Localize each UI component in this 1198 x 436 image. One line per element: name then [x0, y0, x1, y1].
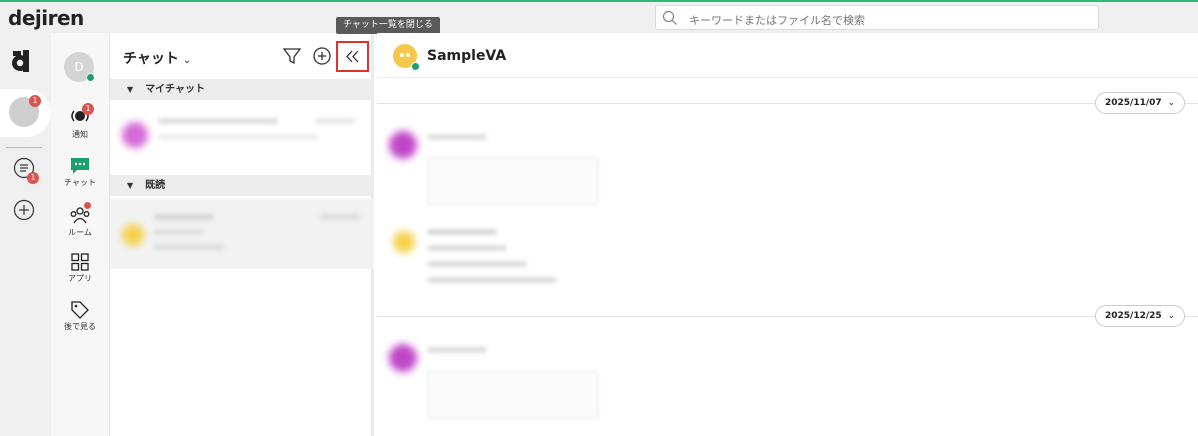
- blurred-avatar: [389, 344, 417, 372]
- blurred-line: [158, 134, 318, 140]
- nav-rail: D 通知 1 チャット ルーム アプリ 後で見る: [51, 33, 110, 436]
- online-status-dot: [86, 73, 95, 82]
- date-label: 2025/12/25: [1105, 311, 1162, 321]
- section-my-chat[interactable]: ▼ マイチャット: [110, 79, 374, 100]
- blurred-line: [427, 261, 527, 267]
- section-label: マイチャット: [145, 84, 206, 95]
- search-icon: [662, 10, 677, 25]
- chat-header: SampleVA: [377, 33, 1198, 78]
- blurred-line: [315, 118, 355, 124]
- chat-icon: [71, 158, 89, 174]
- nav-notifications[interactable]: 通知: [51, 105, 109, 140]
- blurred-line: [154, 229, 204, 235]
- tooltip: チャット一覧を閉じる: [336, 17, 440, 38]
- add-chat-icon[interactable]: [312, 46, 332, 66]
- add-workspace-icon[interactable]: [13, 199, 35, 221]
- rail-divider: [6, 147, 42, 148]
- nav-label-notifications: 通知: [72, 130, 88, 139]
- channel-list-badge: 1: [27, 172, 39, 184]
- chevron-down-icon: ⌄: [1167, 311, 1176, 321]
- nav-chat[interactable]: チャット: [51, 157, 109, 188]
- blurred-avatar: [122, 224, 144, 246]
- collapse-triangle-icon: ▼: [127, 181, 134, 190]
- double-chevron-left-icon: [346, 50, 359, 63]
- nav-watch-later[interactable]: 後で見る: [51, 301, 109, 332]
- workspace-badge: 1: [29, 95, 41, 107]
- blurred-avatar: [389, 131, 417, 159]
- nav-label-watch-later: 後で見る: [64, 322, 96, 331]
- blurred-avatar: [393, 231, 415, 253]
- section-label: 既読: [145, 180, 166, 191]
- panel-title-text: チャット: [123, 51, 179, 67]
- nav-label-apps: アプリ: [68, 274, 92, 283]
- app-header: dejiren キーワードまたはファイル名で検索: [0, 2, 1198, 33]
- apps-grid-icon: [71, 253, 89, 271]
- chat-area: SampleVA 2025/11/07 ⌄ 2025/12/25 ⌄: [377, 33, 1198, 436]
- tag-icon: [71, 301, 89, 319]
- chevron-down-icon: ⌄: [182, 55, 192, 66]
- blurred-attachment-card: [427, 371, 599, 419]
- chat-title: SampleVA: [427, 48, 507, 64]
- section-read[interactable]: ▼ 既読: [110, 175, 374, 196]
- blurred-line: [154, 244, 224, 250]
- collapse-triangle-icon: ▼: [127, 85, 134, 94]
- chevron-down-icon: ⌄: [1167, 98, 1176, 108]
- blurred-line: [427, 277, 557, 283]
- blurred-line: [427, 229, 497, 235]
- nav-label-rooms: ルーム: [68, 228, 92, 237]
- blurred-avatar: [122, 122, 148, 148]
- filter-icon[interactable]: [282, 46, 302, 66]
- date-divider: [377, 316, 1198, 317]
- search-input[interactable]: キーワードまたはファイル名で検索: [655, 5, 1099, 30]
- blurred-line: [427, 134, 487, 140]
- notification-badge: 1: [82, 103, 94, 115]
- room-unread-dot: [84, 202, 91, 209]
- blurred-line: [427, 245, 507, 251]
- nav-apps[interactable]: アプリ: [51, 253, 109, 284]
- search-placeholder: キーワードまたはファイル名で検索: [689, 14, 865, 27]
- blurred-line: [154, 214, 214, 220]
- blurred-line: [320, 214, 360, 220]
- workspace-rail: 1 1: [0, 33, 51, 436]
- app-logo: dejiren: [8, 6, 84, 30]
- blurred-attachment-card: [427, 157, 599, 205]
- date-pill[interactable]: 2025/11/07 ⌄: [1095, 92, 1186, 114]
- nav-label-chat: チャット: [64, 178, 96, 187]
- blurred-line: [427, 347, 487, 353]
- online-status-dot: [411, 62, 420, 71]
- nav-rooms[interactable]: ルーム: [51, 205, 109, 238]
- chat-list-panel: チャット ⌄ ▼ マイチャット ▼ 既読: [110, 33, 374, 436]
- list-item[interactable]: [110, 104, 374, 164]
- collapse-chat-list-button[interactable]: [336, 41, 369, 72]
- date-label: 2025/11/07: [1105, 98, 1162, 108]
- list-item[interactable]: [110, 199, 374, 269]
- date-pill[interactable]: 2025/12/25 ⌄: [1095, 305, 1186, 327]
- date-divider: [377, 103, 1198, 104]
- panel-title[interactable]: チャット ⌄: [123, 48, 191, 68]
- blurred-line: [158, 118, 278, 124]
- dejiren-logo-icon[interactable]: [10, 48, 36, 74]
